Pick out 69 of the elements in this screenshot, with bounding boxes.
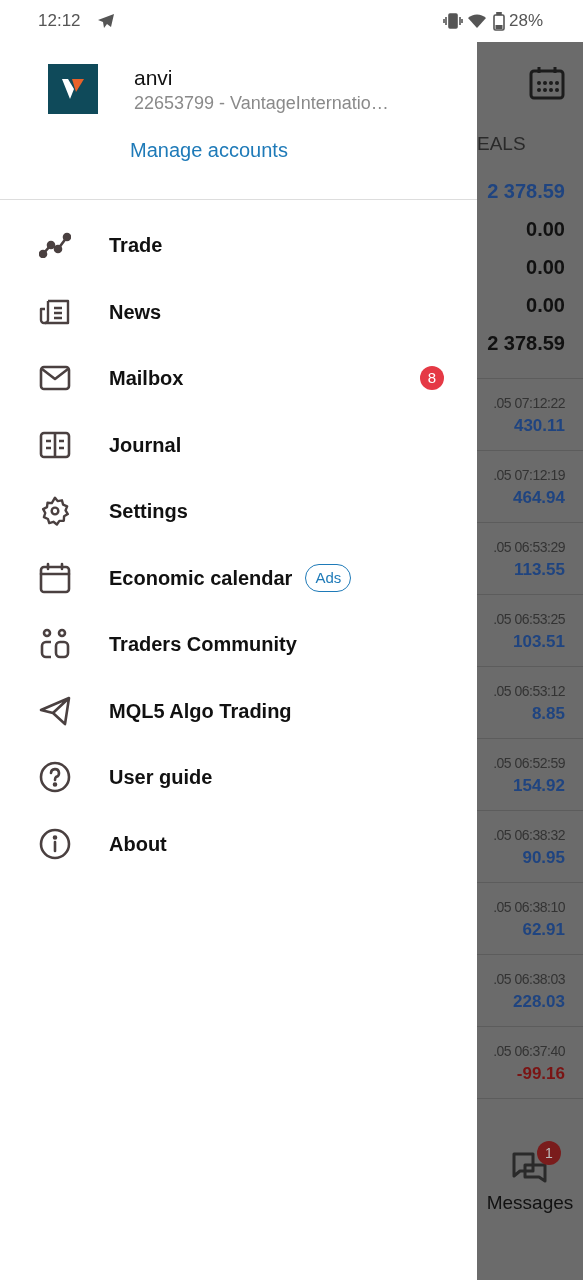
deal-time: .05 07:12:19: [493, 465, 565, 485]
menu-item[interactable]: Economic calendar Ads: [0, 544, 477, 611]
deal-time: .05 06:38:32: [493, 825, 565, 845]
settings-icon: [39, 495, 71, 528]
battery-icon: [492, 11, 505, 31]
deal-profit: 103.51: [513, 630, 565, 653]
envelope-icon: [39, 365, 71, 392]
book-icon: [39, 430, 71, 459]
deal-profit: 90.95: [522, 846, 565, 869]
menu-item[interactable]: News: [0, 278, 477, 345]
menu-item[interactable]: MQL5 Algo Trading: [0, 677, 477, 744]
menu-item[interactable]: Traders Community: [0, 611, 477, 678]
menu-label: Economic calendar: [109, 565, 293, 591]
deal-time: .05 06:53:12: [493, 681, 565, 701]
menu-label: Traders Community: [109, 632, 297, 658]
menu-label: Journal: [109, 432, 182, 458]
menu-item[interactable]: Trade: [0, 212, 477, 279]
vibrate-icon: [442, 13, 463, 29]
menu-label: Trade: [109, 233, 163, 259]
calendar-icon: [529, 65, 565, 101]
deal-profit: 113.55: [513, 558, 565, 581]
account-number: 22653799 - VantageInternatio…: [134, 92, 389, 115]
menu-label: About: [109, 831, 167, 857]
menu-label: Settings: [109, 499, 188, 525]
message-badge: 1: [537, 1141, 561, 1166]
broker-logo: [48, 64, 98, 114]
deal-time: .05 06:52:59: [493, 753, 565, 773]
deal-time: .05 06:53:29: [493, 537, 565, 557]
menu-item[interactable]: Mailbox 8: [0, 345, 477, 412]
info-icon: [39, 827, 71, 860]
deal-time: .05 06:38:03: [493, 969, 565, 989]
menu-item[interactable]: User guide: [0, 744, 477, 811]
deal-profit: 154.92: [513, 774, 565, 797]
deal-time: .05 07:12:22: [493, 393, 565, 413]
wifi-icon: [466, 13, 487, 29]
menu-item[interactable]: About: [0, 810, 477, 877]
summary-value: 0.00: [525, 217, 566, 242]
trend-line-icon: [39, 232, 71, 259]
deal-profit: 62.91: [522, 918, 565, 941]
send-icon: [39, 695, 71, 726]
deal-profit: 464.94: [513, 486, 565, 509]
summary-value: 0.00: [525, 293, 566, 318]
help-icon: [39, 761, 71, 794]
deal-time: .05 06:53:25: [493, 609, 565, 629]
paper-plane-icon: [96, 13, 115, 29]
deal-time: .05 06:37:40: [493, 1041, 565, 1061]
menu-label: News: [109, 299, 162, 325]
menu-label: Mailbox: [109, 366, 184, 392]
newspaper-icon: [39, 297, 71, 326]
people-icon: [39, 628, 71, 661]
deal-profit: 228.03: [513, 990, 565, 1013]
summary-value: 2 378.59: [486, 179, 566, 204]
deal-time: .05 06:38:10: [493, 897, 565, 917]
account-name: anvi: [134, 65, 174, 91]
clock: 12:12: [38, 10, 81, 33]
menu-item[interactable]: Journal: [0, 411, 477, 478]
battery-percentage: 28%: [508, 10, 543, 33]
messages-label[interactable]: Messages: [486, 1189, 574, 1218]
menu-item[interactable]: Settings: [0, 478, 477, 545]
manage-accounts-link[interactable]: Manage accounts: [130, 135, 389, 165]
calendar-icon: [39, 561, 71, 594]
menu-label: MQL5 Algo Trading: [109, 698, 292, 724]
summary-value: 0.00: [525, 255, 566, 280]
deal-profit: 8.85: [531, 702, 565, 725]
deal-profit: 430.11: [513, 414, 565, 437]
menu-label: User guide: [109, 765, 213, 791]
summary-value: 2 378.59: [486, 331, 566, 356]
unread-badge: 8: [420, 366, 444, 391]
deal-profit: -99.16: [516, 1062, 565, 1085]
